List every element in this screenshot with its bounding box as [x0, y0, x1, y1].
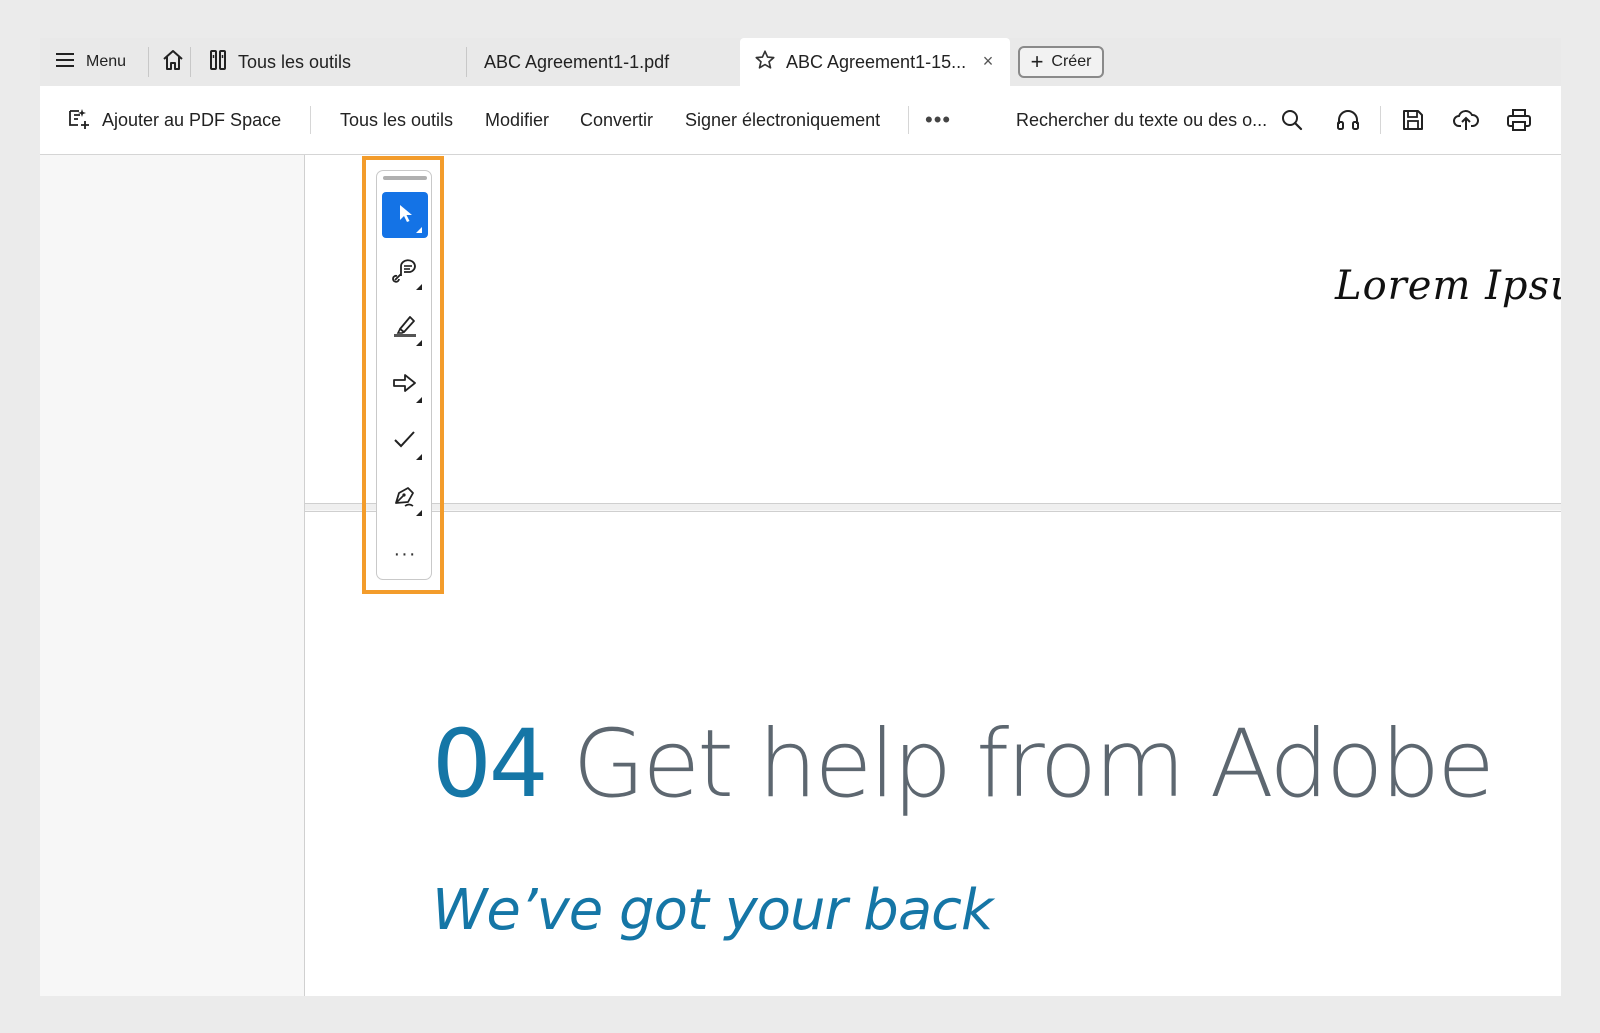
print-icon[interactable]	[1501, 86, 1537, 154]
submenu-indicator	[416, 397, 422, 403]
tab-label: Tous les outils	[238, 51, 352, 72]
document-area: Lorem Ipsum 04 Get help from Adobe We’ve…	[40, 155, 1561, 996]
submenu-indicator	[416, 284, 422, 290]
left-panel	[40, 155, 305, 996]
submenu-indicator	[416, 227, 422, 233]
check-icon	[392, 428, 418, 457]
menu-modify[interactable]: Modifier	[485, 86, 549, 154]
highlight-tool-button[interactable]	[382, 305, 428, 351]
quick-tools-rail: ···	[376, 170, 432, 580]
home-icon	[161, 48, 185, 77]
divider	[148, 47, 149, 77]
menu-convert[interactable]: Convertir	[580, 86, 653, 154]
sign-tool-button[interactable]	[382, 475, 428, 521]
submenu-indicator	[416, 454, 422, 460]
highlighter-icon	[391, 312, 419, 345]
tab-label: ABC Agreement1-1.pdf	[484, 51, 670, 72]
divider	[310, 106, 311, 134]
search-icon[interactable]	[1274, 86, 1310, 154]
tab-document-2-active[interactable]: ABC Agreement1-15... ×	[740, 38, 1010, 86]
save-icon[interactable]	[1395, 86, 1431, 154]
hamburger-icon	[56, 52, 76, 73]
menu-e-sign[interactable]: Signer électroniquement	[685, 86, 880, 154]
pen-nib-icon	[391, 482, 419, 515]
section-heading: 04 Get help from Adobe	[432, 718, 1495, 812]
shape-tool-button[interactable]	[382, 362, 428, 408]
home-button[interactable]	[156, 38, 190, 86]
menu-all-tools[interactable]: Tous les outils	[340, 86, 453, 154]
divider	[190, 47, 191, 77]
divider	[908, 106, 909, 134]
cursor-icon	[394, 202, 416, 229]
section-subheading: We’ve got your back	[432, 878, 993, 943]
tab-all-tools[interactable]: Tous les outils	[210, 38, 466, 86]
submenu-indicator	[416, 340, 422, 346]
create-label: Créer	[1051, 53, 1092, 70]
page-separator	[305, 504, 1561, 510]
cloud-upload-icon[interactable]	[1448, 86, 1484, 154]
tools-icon	[210, 48, 226, 77]
submenu-indicator	[416, 510, 422, 516]
divider	[1380, 106, 1381, 134]
tab-bar: Menu Tous les outils ABC Agreement1-1.pd…	[40, 38, 1561, 86]
section-number: 04	[432, 710, 549, 819]
more-menu-button[interactable]: •••	[925, 86, 951, 154]
tab-document-1[interactable]: ABC Agreement1-1.pdf	[466, 38, 740, 86]
acrobat-window: Menu Tous les outils ABC Agreement1-1.pd…	[40, 38, 1561, 996]
pdf-space-icon	[66, 105, 92, 136]
pdf-page: 04 Get help from Adobe We’ve got your ba…	[305, 511, 1561, 996]
checkmark-tool-button[interactable]	[382, 419, 428, 465]
tab-label: ABC Agreement1-15...	[786, 51, 967, 72]
section-title: Get help from Adobe	[545, 710, 1495, 819]
select-tool-button[interactable]	[382, 192, 428, 238]
signature-text: Lorem Ipsum	[1335, 263, 1561, 309]
close-icon[interactable]: ×	[978, 51, 998, 71]
star-icon[interactable]	[754, 49, 776, 76]
comment-tool-button[interactable]	[382, 249, 428, 295]
plus-icon: +	[1030, 49, 1044, 74]
drag-handle[interactable]	[383, 176, 427, 180]
read-aloud-icon[interactable]	[1330, 86, 1366, 154]
pdf-page: Lorem Ipsum	[305, 155, 1561, 504]
add-pdf-space-label: Ajouter au PDF Space	[102, 109, 282, 130]
more-tools-button[interactable]: ···	[382, 531, 428, 577]
search-field[interactable]: Rechercher du texte ou des o...	[1016, 86, 1267, 154]
arrow-icon	[391, 371, 419, 400]
add-to-pdf-space-button[interactable]: Ajouter au PDF Space	[66, 86, 281, 154]
menu-button[interactable]: Menu	[56, 38, 126, 86]
main-toolbar: Ajouter au PDF Space Tous les outils Mod…	[40, 86, 1561, 155]
menu-label: Menu	[86, 53, 127, 70]
comment-icon	[391, 256, 419, 289]
create-button[interactable]: + Créer	[1018, 46, 1104, 78]
